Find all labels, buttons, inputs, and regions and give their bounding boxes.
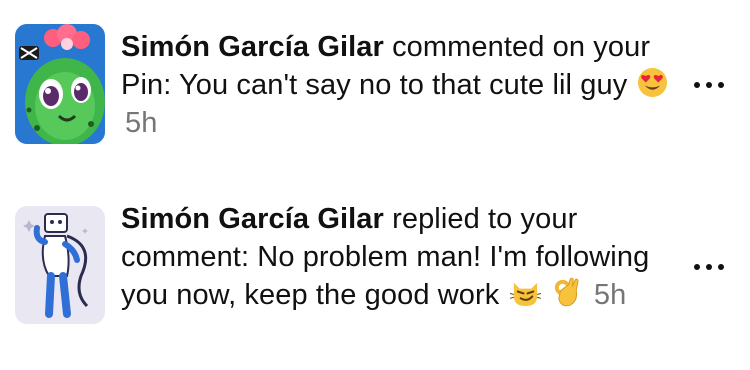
notifications-list: Simón García Gilar commented on your Pin… — [0, 0, 750, 370]
smirking-cat-emoji — [509, 282, 541, 307]
ok-hand-emoji — [554, 277, 579, 307]
cactus-character-avatar — [15, 24, 105, 144]
avatar[interactable] — [15, 206, 105, 324]
timestamp: 5h — [593, 279, 627, 311]
user-name[interactable]: Simón García Gilar — [121, 31, 384, 63]
notification-text: Simón García Gilar commented on your Pin… — [121, 28, 681, 142]
timestamp: 5h — [125, 107, 158, 139]
user-name[interactable]: Simón García Gilar — [121, 203, 384, 235]
avatar[interactable] — [15, 24, 105, 144]
heart-eyes-emoji — [638, 67, 668, 98]
notification-text: Simón García Gilar replied to your comme… — [121, 200, 681, 314]
robot-character-avatar — [15, 206, 105, 324]
more-options-icon[interactable] — [694, 260, 724, 274]
more-options-icon[interactable] — [694, 78, 724, 92]
